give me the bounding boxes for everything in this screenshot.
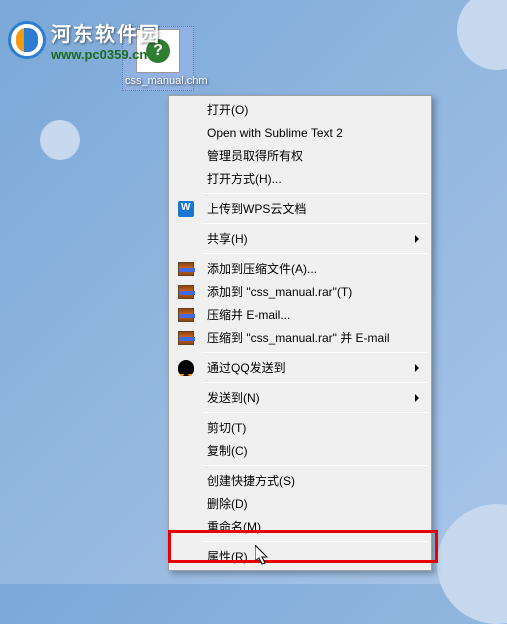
blank-icon xyxy=(173,146,199,166)
menu-separator xyxy=(203,193,427,194)
bg-decoration xyxy=(437,504,507,624)
bg-decoration xyxy=(457,0,507,70)
menu-create-shortcut[interactable]: 创建快捷方式(S) xyxy=(171,469,429,492)
menu-open-with[interactable]: 打开方式(H)... xyxy=(171,167,429,190)
rar-icon xyxy=(173,328,199,348)
submenu-arrow-icon xyxy=(415,364,419,372)
menu-delete[interactable]: 删除(D) xyxy=(171,492,429,515)
menu-wps-upload[interactable]: 上传到WPS云文档 xyxy=(171,197,429,220)
menu-separator xyxy=(203,352,427,353)
blank-icon xyxy=(173,418,199,438)
menu-admin-ownership[interactable]: 管理员取得所有权 xyxy=(171,144,429,167)
submenu-arrow-icon xyxy=(415,394,419,402)
menu-copy[interactable]: 复制(C) xyxy=(171,439,429,462)
rar-icon xyxy=(173,259,199,279)
blank-icon xyxy=(173,388,199,408)
menu-add-rar[interactable]: 添加到 "css_manual.rar"(T) xyxy=(171,280,429,303)
blank-icon xyxy=(173,100,199,120)
menu-compress-rar-email[interactable]: 压缩到 "css_manual.rar" 并 E-mail xyxy=(171,326,429,349)
bg-decoration xyxy=(40,120,80,160)
menu-separator xyxy=(203,541,427,542)
qq-icon xyxy=(173,358,199,378)
menu-send-to[interactable]: 发送到(N) xyxy=(171,386,429,409)
blank-icon xyxy=(173,494,199,514)
menu-rename[interactable]: 重命名(M) xyxy=(171,515,429,538)
menu-separator xyxy=(203,382,427,383)
menu-separator xyxy=(203,412,427,413)
watermark-url: www.pc0359.cn xyxy=(51,47,161,62)
blank-icon xyxy=(173,169,199,189)
blank-icon xyxy=(173,441,199,461)
context-menu: 打开(O) Open with Sublime Text 2 管理员取得所有权 … xyxy=(168,95,432,571)
blank-icon xyxy=(173,229,199,249)
menu-properties[interactable]: 属性(R) xyxy=(171,545,429,568)
blank-icon xyxy=(173,517,199,537)
menu-open-sublime[interactable]: Open with Sublime Text 2 xyxy=(171,121,429,144)
menu-compress-email[interactable]: 压缩并 E-mail... xyxy=(171,303,429,326)
menu-add-archive[interactable]: 添加到压缩文件(A)... xyxy=(171,257,429,280)
watermark: 河东软件园 www.pc0359.cn xyxy=(8,18,161,62)
menu-separator xyxy=(203,223,427,224)
menu-qq-send[interactable]: 通过QQ发送到 xyxy=(171,356,429,379)
blank-icon xyxy=(173,123,199,143)
blank-icon xyxy=(173,547,199,567)
menu-share[interactable]: 共享(H) xyxy=(171,227,429,250)
rar-icon xyxy=(173,305,199,325)
file-label: css_manual.chm xyxy=(125,75,191,88)
menu-separator xyxy=(203,253,427,254)
menu-open[interactable]: 打开(O) xyxy=(171,98,429,121)
rar-icon xyxy=(173,282,199,302)
menu-separator xyxy=(203,465,427,466)
submenu-arrow-icon xyxy=(415,235,419,243)
blank-icon xyxy=(173,471,199,491)
menu-cut[interactable]: 剪切(T) xyxy=(171,416,429,439)
watermark-title: 河东软件园 xyxy=(51,18,161,47)
watermark-logo-icon xyxy=(8,21,46,59)
wps-icon xyxy=(173,199,199,219)
